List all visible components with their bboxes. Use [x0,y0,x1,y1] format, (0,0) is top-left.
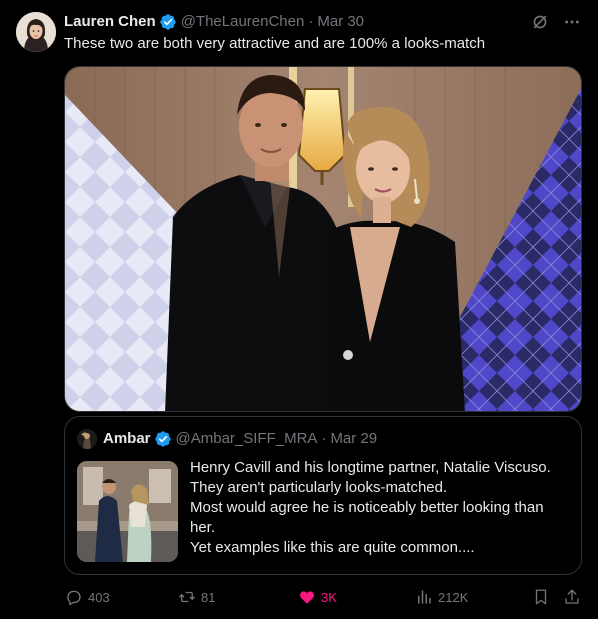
share-icon [562,587,582,607]
like-button[interactable]: 3K [297,586,337,608]
tweet-date[interactable]: Mar 30 [317,12,364,32]
quoted-text-line: Henry Cavill and his longtime partner, N… [190,459,551,476]
repost-count: 81 [201,589,216,605]
author-avatar[interactable] [16,12,56,52]
quoted-tweet[interactable]: Ambar @Ambar_SIFF_MRA · Mar 29 Henry Cav… [64,416,582,575]
more-icon[interactable] [562,12,582,32]
grok-icon[interactable] [530,12,550,32]
verified-badge-icon [159,13,177,31]
tweet-actions: 403 81 3K 212K [64,586,584,608]
views-button[interactable]: 212K [414,586,468,608]
repost-icon [177,587,197,607]
separator-dot: · [321,430,327,447]
views-icon [414,587,434,607]
share-button[interactable] [562,586,586,608]
tweet-header: Lauren Chen @TheLaurenChen · Mar 30 [64,12,582,32]
author-handle[interactable]: @TheLaurenChen [181,12,305,32]
reply-icon [64,587,84,607]
reply-count: 403 [88,589,110,605]
quoted-text-line: Yet examples like this are quite common.… [190,539,475,556]
like-count: 3K [321,589,337,605]
quoted-text-line: They aren't particularly looks-matched. [190,479,448,496]
header-actions [530,12,582,32]
tweet: Lauren Chen @TheLaurenChen · Mar 30 Thes… [0,0,598,619]
heart-icon [297,587,317,607]
verified-badge-icon [154,430,172,448]
quoted-tweet-text: Henry Cavill and his longtime partner, N… [190,458,570,558]
quoted-text-line: her. [190,519,216,536]
quoted-author-name[interactable]: Ambar [103,429,151,449]
quoted-tweet-photo[interactable] [77,461,178,562]
author-name[interactable]: Lauren Chen [64,12,156,32]
quoted-tweet-date[interactable]: Mar 29 [330,429,377,449]
views-count: 212K [438,589,469,605]
quoted-tweet-header: Ambar @Ambar_SIFF_MRA · Mar 29 [77,429,377,449]
reply-button[interactable]: 403 [64,586,110,608]
bookmark-icon [531,587,551,607]
tweet-text: These two are both very attractive and a… [64,35,486,52]
quoted-author-handle[interactable]: @Ambar_SIFF_MRA [176,429,318,449]
quoted-text-line: Most would agree he is noticeably better… [190,499,544,516]
tweet-photo[interactable] [64,66,582,412]
quoted-author-avatar[interactable] [77,429,97,449]
separator-dot: · [308,13,314,30]
bookmark-button[interactable] [531,586,555,608]
repost-button[interactable]: 81 [177,586,215,608]
